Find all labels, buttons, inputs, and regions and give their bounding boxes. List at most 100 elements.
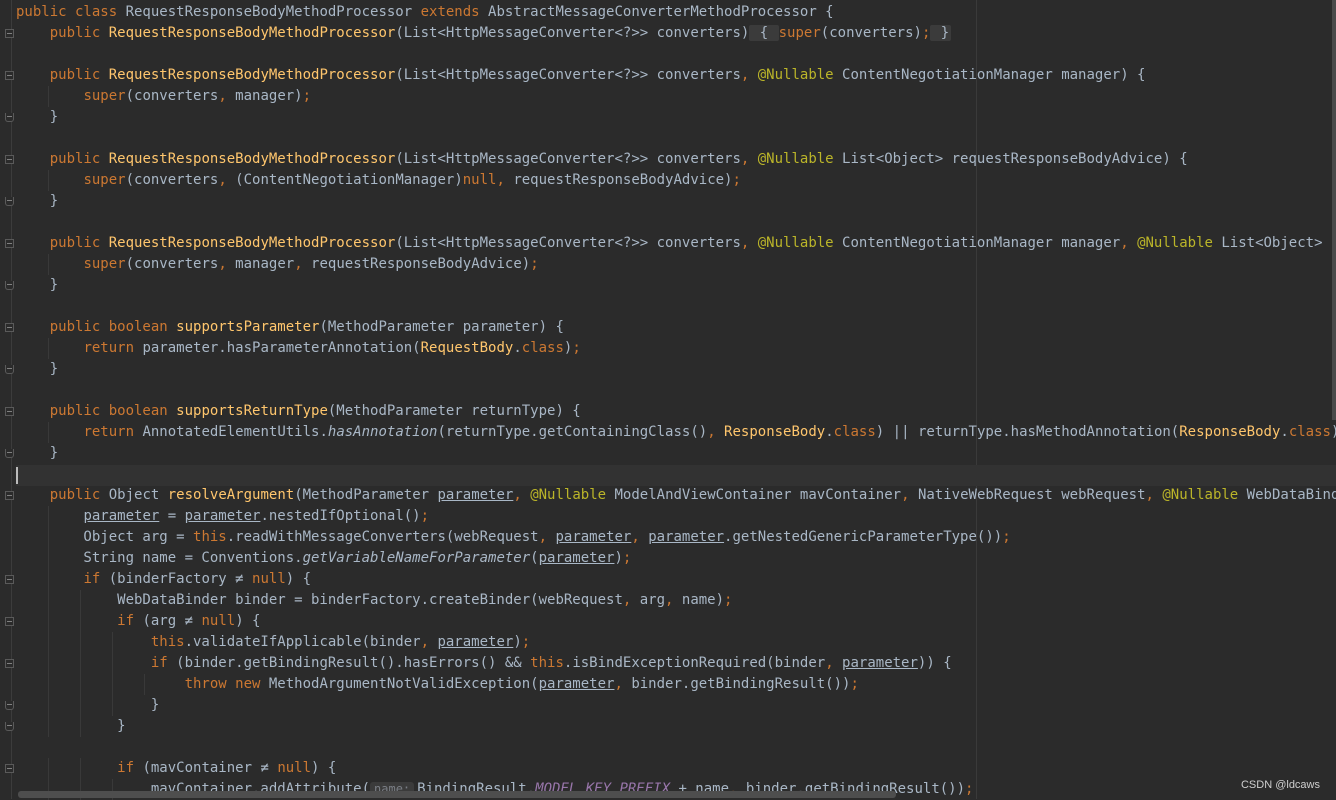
code-token: (mavContainer ≠ [142, 760, 278, 776]
code-token: ContentNegotiationManager manager) { [842, 67, 1146, 83]
code-line[interactable] [16, 380, 1336, 401]
code-token: AbstractMessageConverterMethodProcessor … [488, 4, 834, 20]
code-token: if [83, 571, 109, 587]
code-token: } [930, 25, 952, 41]
code-token: super [83, 256, 126, 272]
code-line[interactable]: public RequestResponseBodyMethodProcesso… [16, 149, 1336, 170]
vertical-scrollbar[interactable] [1332, 0, 1336, 420]
code-line[interactable] [16, 464, 1336, 485]
code-line[interactable]: public RequestResponseBodyMethodProcesso… [16, 233, 1336, 254]
code-line[interactable]: if (arg ≠ null) { [16, 611, 1336, 632]
fold-toggle-icon[interactable] [5, 71, 14, 80]
code-token: @Nullable [1162, 487, 1247, 503]
code-line[interactable]: } [16, 359, 1336, 380]
code-line[interactable]: super(converters, (ContentNegotiationMan… [16, 170, 1336, 191]
code-line[interactable] [16, 212, 1336, 233]
code-line[interactable]: } [16, 191, 1336, 212]
code-token: ) { [285, 571, 312, 587]
code-line[interactable]: if (mavContainer ≠ null) { [16, 758, 1336, 779]
code-line[interactable]: return AnnotatedElementUtils.hasAnnotati… [16, 422, 1336, 443]
code-token: ResponseBody [1179, 424, 1281, 440]
code-line[interactable]: String name = Conventions.getVariableNam… [16, 548, 1336, 569]
fold-toggle-icon[interactable] [5, 701, 14, 710]
editor-gutter [0, 0, 16, 799]
code-token: )) { [917, 655, 952, 671]
code-token: , [1120, 235, 1138, 251]
code-token: ; [572, 340, 581, 356]
code-token: RequestResponseBodyMethodProcessor [108, 67, 396, 83]
code-token: ; [850, 676, 859, 692]
fold-toggle-icon[interactable] [5, 575, 14, 584]
code-token: (List<HttpMessageConverter<?>> converter… [395, 151, 741, 167]
code-line[interactable]: super(converters, manager, requestRespon… [16, 254, 1336, 275]
fold-toggle-icon[interactable] [5, 491, 14, 500]
code-token: supportsReturnType [176, 403, 328, 419]
code-line[interactable]: super(converters, manager); [16, 86, 1336, 107]
text-caret [16, 467, 18, 484]
code-token: (MethodParameter returnType) { [327, 403, 581, 419]
code-token: return [83, 424, 143, 440]
code-line[interactable]: } [16, 275, 1336, 296]
code-line[interactable]: public Object resolveArgument(MethodPara… [16, 485, 1336, 506]
code-line[interactable]: } [16, 695, 1336, 716]
code-line[interactable]: public boolean supportsReturnType(Method… [16, 401, 1336, 422]
code-token: (converters) [820, 25, 922, 41]
fold-toggle-icon[interactable] [5, 239, 14, 248]
code-line[interactable]: this.validateIfApplicable(binder, parame… [16, 632, 1336, 653]
code-token: , [614, 676, 632, 692]
fold-toggle-icon[interactable] [5, 617, 14, 626]
fold-toggle-icon[interactable] [5, 764, 14, 773]
code-line[interactable]: Object arg = this.readWithMessageConvert… [16, 527, 1336, 548]
code-token: parameter [555, 529, 632, 545]
fold-toggle-icon[interactable] [5, 113, 14, 122]
code-token: public [49, 25, 109, 41]
code-token: extends [420, 4, 489, 20]
code-token: class [1288, 424, 1331, 440]
code-token: ; [302, 88, 312, 104]
fold-toggle-icon[interactable] [5, 449, 14, 458]
code-token: public [49, 487, 109, 503]
code-token: , [901, 487, 918, 503]
code-token: public [49, 235, 109, 251]
code-line[interactable]: } [16, 107, 1336, 128]
code-line[interactable]: throw new MethodArgumentNotValidExceptio… [16, 674, 1336, 695]
code-line[interactable]: public boolean supportsParameter(MethodP… [16, 317, 1336, 338]
code-token: @Nullable [530, 487, 615, 503]
code-line[interactable]: WebDataBinder binder = binderFactory.cre… [16, 590, 1336, 611]
code-token: parameter [437, 634, 514, 650]
fold-toggle-icon[interactable] [5, 197, 14, 206]
code-token: (converters [125, 88, 219, 104]
horizontal-scrollbar[interactable] [18, 791, 896, 798]
code-line[interactable]: } [16, 443, 1336, 464]
fold-toggle-icon[interactable] [5, 29, 14, 38]
code-token: ; [732, 172, 741, 188]
code-line[interactable]: public RequestResponseBodyMethodProcesso… [16, 65, 1336, 86]
code-line[interactable]: public RequestResponseBodyMethodProcesso… [16, 23, 1336, 44]
fold-toggle-icon[interactable] [5, 407, 14, 416]
code-line[interactable]: if (binder.getBindingResult().hasErrors(… [16, 653, 1336, 674]
code-line[interactable] [16, 296, 1336, 317]
code-editor[interactable]: public class RequestResponseBodyMethodPr… [16, 2, 1336, 800]
fold-toggle-icon[interactable] [5, 365, 14, 374]
fold-toggle-icon[interactable] [5, 323, 14, 332]
code-token: , [740, 67, 758, 83]
code-line[interactable] [16, 737, 1336, 758]
code-line[interactable]: if (binderFactory ≠ null) { [16, 569, 1336, 590]
code-token: public class [16, 4, 126, 20]
fold-toggle-icon[interactable] [5, 281, 14, 290]
code-line[interactable]: public class RequestResponseBodyMethodPr… [16, 2, 1336, 23]
code-token: this [150, 634, 185, 650]
code-line[interactable] [16, 44, 1336, 65]
fold-toggle-icon[interactable] [5, 155, 14, 164]
fold-toggle-icon[interactable] [5, 722, 14, 731]
code-line[interactable] [16, 128, 1336, 149]
code-line[interactable]: return parameter.hasParameterAnnotation(… [16, 338, 1336, 359]
fold-toggle-icon[interactable] [5, 659, 14, 668]
code-line[interactable]: parameter = parameter.nestedIfOptional()… [16, 506, 1336, 527]
code-line[interactable]: } [16, 716, 1336, 737]
code-token: String name = Conventions. [16, 550, 303, 566]
code-token: ( [530, 550, 539, 566]
